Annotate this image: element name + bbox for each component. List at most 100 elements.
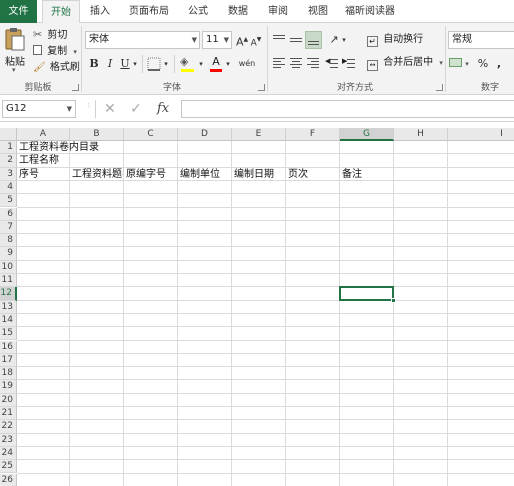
format-painter-button[interactable]: 🖌 格式刷 — [33, 58, 80, 73]
row-header-23[interactable]: 23 — [0, 433, 17, 447]
phonetic-guide-button[interactable]: wén — [238, 55, 256, 73]
cancel-icon[interactable]: ✕ — [104, 101, 116, 117]
formula-input[interactable] — [181, 100, 514, 118]
align-left-button[interactable] — [272, 56, 286, 70]
alignment-launcher-icon[interactable] — [436, 84, 443, 91]
fill-handle[interactable] — [391, 297, 396, 303]
row-header-9[interactable]: 9 — [0, 247, 17, 261]
row-header-7[interactable]: 7 — [0, 220, 17, 235]
underline-button[interactable]: U — [119, 55, 131, 73]
number-format-select[interactable]: 常规 — [448, 31, 514, 49]
row-header-12[interactable]: 12 — [0, 287, 17, 301]
top-align-button[interactable] — [272, 33, 286, 47]
orientation-button[interactable]: ↗ — [327, 31, 341, 49]
copy-button[interactable]: 复制 ▾ — [33, 42, 77, 57]
row-header-24[interactable]: 24 — [0, 446, 17, 461]
tab-file[interactable]: 文件 — [0, 0, 37, 23]
increase-indent-button[interactable]: ▶ — [342, 56, 356, 70]
fill-color-dropdown-icon[interactable]: ▾ — [197, 55, 205, 73]
row-header-14[interactable]: 14 — [0, 313, 17, 328]
borders-button[interactable] — [147, 57, 161, 71]
font-size-select[interactable]: 11 ▼ — [202, 31, 232, 49]
row-header-11[interactable]: 11 — [0, 274, 17, 288]
row-header-17[interactable]: 17 — [0, 353, 17, 368]
tab-view[interactable]: 视图 — [302, 0, 334, 23]
font-color-dropdown-icon[interactable]: ▾ — [224, 55, 232, 73]
align-center-button[interactable] — [289, 56, 303, 70]
header-cell-g[interactable]: 备注 — [340, 168, 362, 181]
enter-icon[interactable]: ✓ — [130, 101, 142, 117]
row-header-16[interactable]: 16 — [0, 340, 17, 354]
row-header-8[interactable]: 8 — [0, 234, 17, 248]
cell-a2-project-name[interactable]: 工程名称 — [17, 154, 59, 167]
column-header-g[interactable]: G — [340, 128, 394, 141]
row-header-3[interactable]: 3 — [0, 167, 17, 181]
row-header-15[interactable]: 15 — [0, 327, 17, 341]
column-header-h[interactable]: H — [394, 128, 448, 141]
column-header-b[interactable]: B — [70, 128, 124, 141]
header-cell-c[interactable]: 原编字号 — [124, 168, 166, 181]
wrap-text-button[interactable]: ↵ 自动换行 — [367, 32, 423, 48]
percent-style-button[interactable]: % — [476, 55, 490, 73]
fill-color-button[interactable]: ◈ — [180, 55, 196, 73]
header-cell-f[interactable]: 页次 — [286, 168, 308, 181]
clipboard-launcher-icon[interactable] — [72, 84, 79, 91]
column-header-c[interactable]: C — [124, 128, 178, 141]
chevron-down-icon[interactable]: ▼ — [67, 101, 72, 117]
header-cell-b[interactable]: 工程资料题名 — [70, 168, 123, 181]
name-box[interactable]: G12 ▼ — [2, 100, 76, 118]
row-header-2[interactable]: 2 — [0, 154, 17, 168]
row-header-5[interactable]: 5 — [0, 194, 17, 208]
row-header-1[interactable]: 1 — [0, 141, 17, 155]
middle-align-button[interactable] — [289, 33, 303, 47]
insert-function-icon[interactable]: fx — [157, 101, 169, 116]
tab-data[interactable]: 数据 — [222, 0, 254, 23]
row-header-25[interactable]: 25 — [0, 460, 17, 474]
underline-dropdown-icon[interactable]: ▾ — [131, 55, 139, 73]
grow-font-button[interactable]: A▲ — [236, 31, 248, 49]
tab-foxit-reader[interactable]: 福昕阅读器 — [340, 0, 400, 23]
tab-insert[interactable]: 插入 — [84, 0, 116, 23]
decrease-indent-button[interactable]: ◀ — [325, 56, 339, 70]
header-cell-d[interactable]: 编制单位 — [178, 168, 220, 181]
font-launcher-icon[interactable] — [258, 84, 265, 91]
row-header-20[interactable]: 20 — [0, 393, 17, 407]
font-name-select[interactable]: 宋体 ▼ — [85, 31, 200, 49]
row-header-18[interactable]: 18 — [0, 367, 17, 381]
header-cell-e[interactable]: 编制日期 — [232, 168, 274, 181]
column-header-i[interactable]: I — [448, 128, 514, 141]
select-all-corner[interactable] — [0, 128, 17, 141]
paste-dropdown-icon[interactable]: ▾ — [12, 66, 16, 74]
copy-dropdown-icon[interactable]: ▾ — [73, 48, 77, 56]
selected-cell[interactable] — [339, 286, 394, 301]
tab-home[interactable]: 开始 — [42, 0, 80, 24]
row-header-6[interactable]: 6 — [0, 207, 17, 221]
row-header-26[interactable]: 26 — [0, 473, 17, 486]
tab-review[interactable]: 审阅 — [262, 0, 294, 23]
shrink-font-button[interactable]: A▼ — [250, 31, 262, 49]
chevron-down-icon[interactable]: ▾ — [439, 59, 443, 67]
row-header-13[interactable]: 13 — [0, 300, 17, 314]
align-right-button[interactable] — [306, 56, 320, 70]
column-header-a[interactable]: A — [17, 128, 70, 141]
worksheet-grid[interactable]: ABCDEFGHI 1 2 3 4 5 6 7 8 9 10 11 12 13 14 15 16 17 18 19 2… — [0, 128, 514, 486]
row-header-22[interactable]: 22 — [0, 420, 17, 434]
row-header-21[interactable]: 21 — [0, 407, 17, 421]
row-header-10[interactable]: 10 — [0, 260, 17, 274]
column-header-e[interactable]: E — [232, 128, 286, 141]
cell-a1-title[interactable]: 工程资料卷内目录 — [17, 141, 99, 154]
cut-button[interactable]: ✂ 剪切 — [33, 26, 67, 41]
font-color-button[interactable]: A — [209, 55, 223, 73]
italic-button[interactable]: I — [104, 55, 116, 73]
paste-button[interactable]: 粘贴 ▾ — [4, 27, 28, 75]
row-header-4[interactable]: 4 — [0, 180, 17, 195]
bottom-align-button[interactable] — [305, 31, 322, 49]
header-cell-a[interactable]: 序号 — [17, 168, 39, 181]
merge-center-button[interactable]: ↔ 合并后居中 ▾ — [367, 55, 443, 71]
accounting-format-button[interactable]: ▾ — [449, 56, 469, 72]
borders-dropdown-icon[interactable]: ▾ — [162, 55, 170, 73]
bold-button[interactable]: B — [87, 55, 101, 73]
column-header-d[interactable]: D — [178, 128, 232, 141]
tab-page-layout[interactable]: 页面布局 — [124, 0, 174, 23]
column-header-f[interactable]: F — [286, 128, 340, 141]
